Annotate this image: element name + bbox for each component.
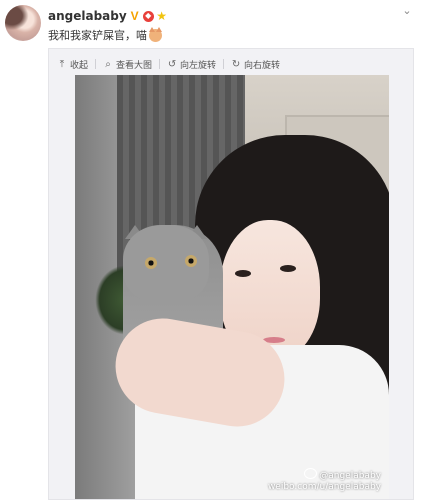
- toolbar-divider: [159, 59, 161, 69]
- post-body-text: 我和我家铲屎官，喵: [48, 29, 147, 42]
- collapse-label: 收起: [70, 60, 89, 71]
- red-tag-icon[interactable]: ◆: [142, 10, 154, 22]
- media-card: ⤒ 收起 ⌕ 查看大图 ↺ 向左旋转 ↻ 向右旋转 @angelababy we…: [48, 48, 414, 500]
- weibo-logo-icon: [304, 468, 318, 479]
- image-toolbar: ⤒ 收起 ⌕ 查看大图 ↺ 向左旋转 ↻ 向右旋转: [57, 56, 280, 72]
- star-icon[interactable]: ★: [156, 10, 168, 22]
- rotate-left-label: 向左旋转: [180, 60, 217, 71]
- photo-woman-eye: [280, 265, 296, 272]
- view-large-label: 查看大图: [116, 60, 153, 71]
- magnify-icon: ⌕: [105, 58, 111, 70]
- collapse-icon: ⤒: [59, 58, 65, 70]
- post-header: angelababy V ◆ ★: [48, 8, 168, 24]
- rotate-right-button[interactable]: ↻ 向右旋转: [231, 58, 280, 71]
- username-link[interactable]: angelababy: [48, 9, 127, 23]
- rotate-right-label: 向右旋转: [244, 60, 281, 71]
- collapse-button[interactable]: ⤒ 收起: [57, 58, 88, 71]
- avatar[interactable]: [5, 5, 41, 41]
- photo-woman-eye: [235, 270, 251, 277]
- view-large-button[interactable]: ⌕ 查看大图: [103, 58, 152, 71]
- post-photo[interactable]: @angelababy weibo.com/u/angelababy: [75, 75, 389, 499]
- chevron-down-icon[interactable]: ⌄: [400, 4, 414, 18]
- weibo-post: angelababy V ◆ ★ ⌄ 我和我家铲屎官，喵 ⤒ 收起 ⌕ 查看大图…: [0, 0, 424, 500]
- watermark-url: weibo.com/u/angelababy: [267, 482, 381, 492]
- toolbar-divider: [95, 59, 97, 69]
- watermark-handle: @angelababy: [319, 471, 381, 481]
- post-text: 我和我家铲屎官，喵: [48, 26, 162, 43]
- photo-watermark: @angelababy weibo.com/u/angelababy: [268, 468, 381, 493]
- rotate-left-button[interactable]: ↺ 向左旋转: [167, 58, 216, 71]
- photo-cat-eye: [185, 255, 197, 267]
- rotate-right-icon: ↻: [231, 58, 241, 70]
- avatar-image: [5, 5, 41, 41]
- toolbar-divider: [223, 59, 225, 69]
- verified-v-icon[interactable]: V: [129, 10, 141, 22]
- rotate-left-icon: ↺: [167, 58, 177, 70]
- photo-cat-eye: [145, 257, 157, 269]
- cat-face-emoji-icon: [149, 26, 162, 42]
